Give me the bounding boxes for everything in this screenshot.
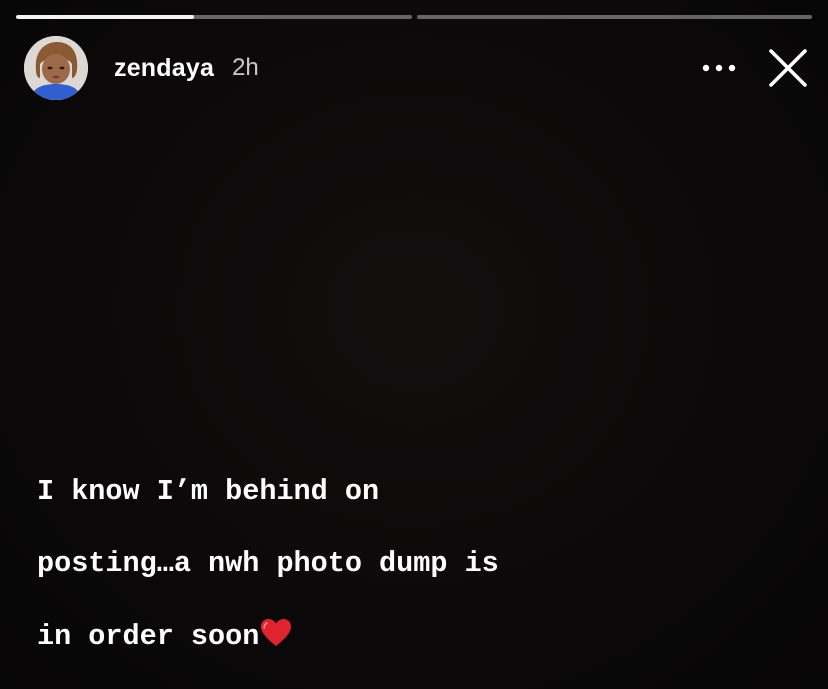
story-header: zendaya 2h xyxy=(24,36,810,100)
close-icon xyxy=(769,49,807,87)
timestamp: 2h xyxy=(232,54,259,81)
more-options-button[interactable] xyxy=(694,48,744,88)
progress-segment-2 xyxy=(416,15,812,19)
heart-icon xyxy=(260,618,292,659)
caption-line-3: in order soon xyxy=(37,618,637,659)
story-caption: I know I’m behind on posting…a nwh photo… xyxy=(37,438,637,689)
progress-segment-1 xyxy=(16,15,412,19)
progress-fill-1 xyxy=(16,15,194,19)
story-viewer[interactable]: zendaya 2h I know I’m behind on posting…… xyxy=(0,0,828,689)
close-button[interactable] xyxy=(766,46,810,90)
caption-line-1: I know I’m behind on xyxy=(37,475,380,508)
more-horizontal-icon xyxy=(702,64,736,72)
caption-line-3-text: in order soon xyxy=(37,620,260,653)
avatar-photo xyxy=(24,36,88,100)
caption-line-2: posting…a nwh photo dump is xyxy=(37,547,499,580)
username[interactable]: zendaya xyxy=(114,54,214,83)
avatar[interactable] xyxy=(24,36,88,100)
story-progress xyxy=(16,15,812,19)
